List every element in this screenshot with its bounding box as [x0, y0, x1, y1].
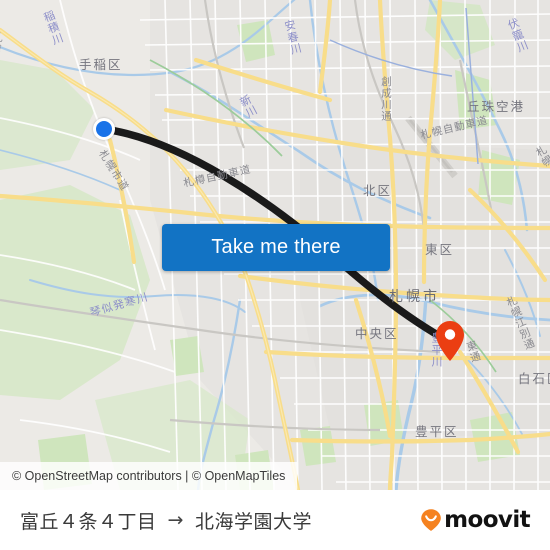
map-attribution-bar: © OpenStreetMap contributors | © OpenMap… [0, 462, 298, 490]
map-canvas[interactable]: 手稲区稲積川札樽自動車道安春川新川創成川通丘珠空港伏籠川札幌自動車道北区札幌東区… [0, 0, 550, 490]
take-me-there-button[interactable]: Take me there [162, 224, 390, 271]
destination-pin-marker[interactable] [435, 320, 465, 362]
footer-bar: 富丘４条４丁目 → 北海学園大学 moovit [0, 490, 550, 550]
trip-destination-label: 北海学園大学 [194, 510, 312, 533]
moovit-pin-icon [421, 509, 441, 531]
map-pin-icon [436, 321, 464, 361]
moovit-logo[interactable]: moovit [420, 507, 531, 533]
trip-summary: 富丘４条４丁目 → 北海学園大学 [20, 507, 312, 534]
moovit-trip-map-screen: 手稲区稲積川札樽自動車道安春川新川創成川通丘珠空港伏籠川札幌自動車道北区札幌東区… [0, 0, 550, 550]
attribution-text[interactable]: © OpenStreetMap contributors | © OpenMap… [12, 469, 285, 483]
arrow-right-icon: → [167, 509, 184, 531]
origin-dot-marker[interactable] [93, 118, 115, 140]
moovit-wordmark: moovit [444, 507, 530, 533]
trip-origin-label: 富丘４条４丁目 [20, 510, 157, 533]
